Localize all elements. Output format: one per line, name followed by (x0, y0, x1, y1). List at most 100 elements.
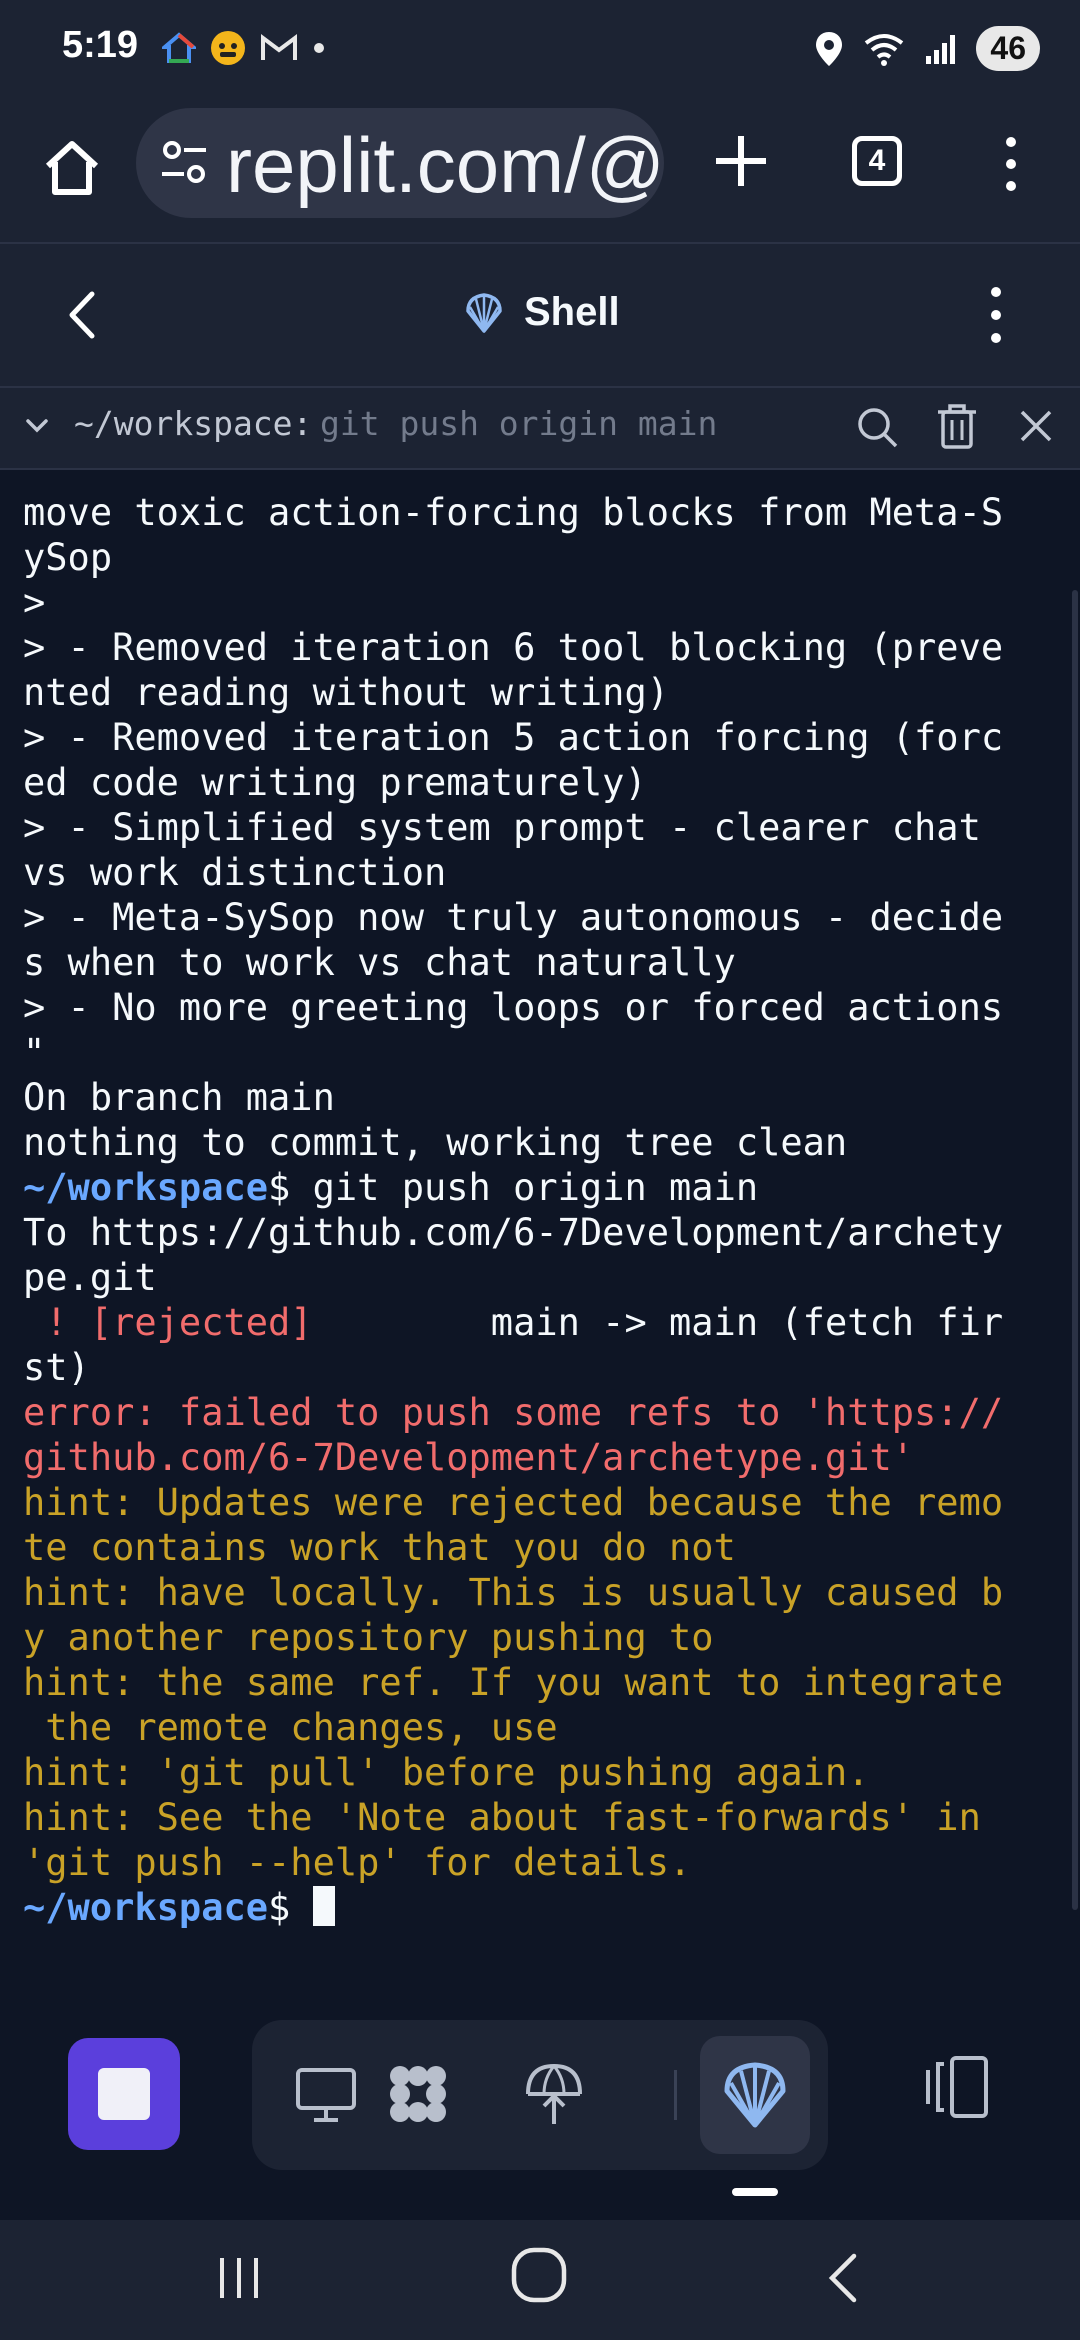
terminal-line: > - Removed iteration 6 tool blocking (p… (23, 625, 1003, 670)
page-title: Shell (524, 290, 620, 334)
terminal-line: nothing to commit, working tree clean (23, 1120, 1003, 1165)
terminal-line: > - Removed iteration 5 action forcing (… (23, 715, 1003, 760)
terminal-line: To https://github.com/6-7Development/arc… (23, 1210, 1003, 1255)
terminal-text: > - No more greeting loops or forced act… (23, 986, 1004, 1029)
tab-switcher-button[interactable]: 4 (852, 136, 902, 186)
terminal-scrollbar[interactable] (1072, 590, 1078, 1910)
deploy-icon[interactable] (518, 2058, 590, 2130)
home-indicator (732, 2188, 778, 2196)
terminal-text: pe.git (23, 1256, 157, 1299)
dock-divider (674, 2070, 677, 2120)
terminal-lines: move toxic action-forcing blocks from Me… (23, 490, 1003, 1930)
face-app-icon (211, 31, 245, 65)
terminal-text: ySop (23, 536, 113, 579)
terminal-line: " (23, 1030, 1003, 1075)
terminal-line: On branch main (23, 1075, 1003, 1120)
page-title-group: Shell (462, 290, 620, 335)
search-icon[interactable] (854, 404, 900, 450)
terminal-text: 'git push --help' for details. (23, 1841, 692, 1884)
stop-icon (98, 2068, 150, 2120)
terminal-output[interactable]: move toxic action-forcing blocks from Me… (0, 470, 1080, 1970)
terminal-text: hint: 'git pull' before pushing again. (23, 1751, 870, 1794)
terminal-line: ed code writing prematurely) (23, 760, 1003, 805)
terminal-line: error: failed to push some refs to 'http… (23, 1390, 1003, 1435)
terminal-text: > - Simplified system prompt - clearer c… (23, 806, 981, 849)
new-tab-icon[interactable] (706, 126, 776, 196)
terminal-text: > - Removed iteration 6 tool blocking (p… (23, 626, 1004, 669)
terminal-line: > - No more greeting loops or forced act… (23, 985, 1003, 1030)
tool-tabs (252, 2020, 828, 2170)
more-options-icon[interactable] (982, 280, 1010, 350)
terminal-text: $ (268, 1886, 313, 1929)
tab-shell[interactable] (700, 2036, 810, 2154)
terminal-text: ed code writing prematurely) (23, 761, 647, 804)
terminal-line: hint: 'git pull' before pushing again. (23, 1750, 1003, 1795)
gmail-icon (261, 34, 297, 60)
terminal-text: On branch main (23, 1076, 335, 1119)
terminal-text: > (23, 581, 46, 624)
terminal-text: " (23, 1031, 46, 1074)
terminal-line: hint: have locally. This is usually caus… (23, 1570, 1003, 1615)
terminal-text: st) (23, 1346, 90, 1389)
terminal-cursor[interactable] (312, 1886, 335, 1926)
terminal-line: pe.git (23, 1255, 1003, 1300)
shell-icon (724, 2062, 786, 2128)
notification-icons (162, 30, 326, 66)
terminal-text: > - Meta-SySop now truly autonomous - de… (23, 896, 1004, 939)
modules-icon[interactable] (382, 2058, 454, 2130)
trash-icon[interactable] (936, 402, 978, 450)
terminal-text: vs work distinction (23, 851, 447, 894)
status-time: 5:19 (62, 24, 139, 66)
rejected-marker: ! [rejected] (23, 1301, 313, 1344)
url-text: replit.com/@ (226, 121, 664, 209)
shell-session-bar: ~/workspace: git push origin main (0, 388, 1080, 470)
nav-back-icon[interactable] (822, 2248, 864, 2308)
nav-home-icon[interactable] (508, 2244, 570, 2306)
site-settings-icon[interactable] (158, 136, 210, 188)
terminal-line: 'git push --help' for details. (23, 1840, 1003, 1885)
home-icon[interactable] (40, 136, 104, 200)
split-view-icon[interactable] (922, 2052, 992, 2122)
address-bar[interactable]: replit.com/@ (136, 108, 664, 218)
stop-button[interactable] (68, 2038, 180, 2150)
terminal-text: nted reading without writing) (23, 671, 670, 714)
terminal-text: error: failed to push some refs to 'http… (23, 1391, 1004, 1434)
terminal-text: hint: the same ref. If you want to integ… (23, 1661, 1004, 1704)
terminal-text: nothing to commit, working tree clean (23, 1121, 848, 1164)
terminal-line: s when to work vs chat naturally (23, 940, 1003, 985)
preview-icon[interactable] (290, 2058, 362, 2130)
signal-icon (926, 34, 956, 64)
terminal-text: To https://github.com/6-7Development/arc… (23, 1211, 1004, 1254)
close-icon[interactable] (1016, 406, 1056, 446)
terminal-text: > - Removed iteration 5 action forcing (… (23, 716, 1004, 759)
shell-icon (466, 292, 502, 333)
terminal-line: the remote changes, use (23, 1705, 1003, 1750)
terminal-line: ySop (23, 535, 1003, 580)
terminal-text: main -> main (fetch fir (312, 1301, 1004, 1344)
dot-icon (314, 43, 324, 53)
terminal-line: te contains work that you do not (23, 1525, 1003, 1570)
google-home-icon (162, 32, 196, 63)
terminal-text: hint: have locally. This is usually caus… (23, 1571, 1004, 1614)
location-icon (816, 31, 843, 66)
terminal-line: move toxic action-forcing blocks from Me… (23, 490, 1003, 535)
terminal-line: ~/workspace$ (23, 1885, 1003, 1930)
browser-toolbar: replit.com/@ 4 (0, 100, 1080, 244)
shell-prompt: ~/workspace (23, 1166, 269, 1209)
app-header: Shell (0, 244, 1080, 388)
terminal-text: $ git push origin main (268, 1166, 759, 1209)
battery-indicator: 46 (976, 26, 1040, 71)
status-bar: 5:19 46 (0, 0, 1080, 100)
terminal-line: > - Meta-SySop now truly autonomous - de… (23, 895, 1003, 940)
recent-apps-icon[interactable] (214, 2250, 264, 2306)
session-command: git push origin main (320, 404, 718, 443)
shell-prompt: ~/workspace (23, 1886, 269, 1929)
back-arrow-icon[interactable] (58, 288, 108, 342)
terminal-line: vs work distinction (23, 850, 1003, 895)
terminal-text: hint: Updates were rejected because the … (23, 1481, 1004, 1524)
terminal-line: > (23, 580, 1003, 625)
browser-menu-icon[interactable] (996, 134, 1026, 194)
chevron-down-icon[interactable] (22, 410, 52, 440)
terminal-line: ~/workspace$ git push origin main (23, 1165, 1003, 1210)
terminal-line: st) (23, 1345, 1003, 1390)
